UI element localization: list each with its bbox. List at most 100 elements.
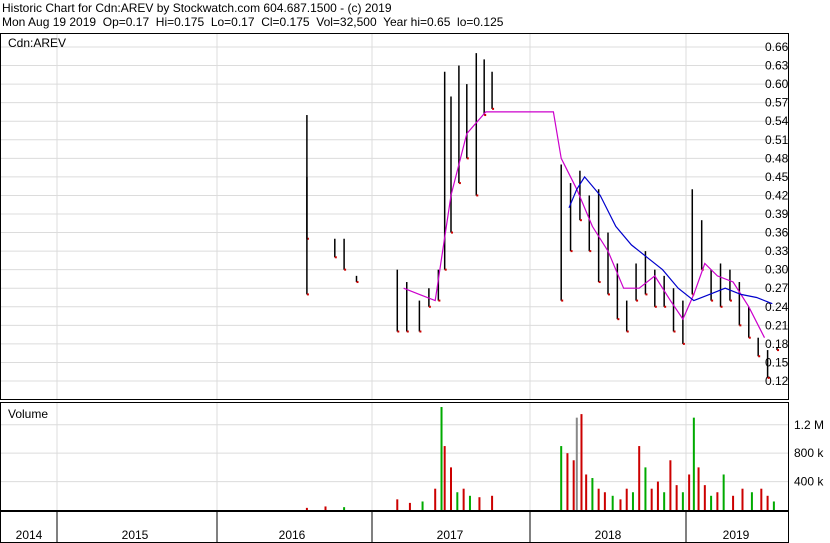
volume-bar <box>750 492 753 510</box>
price-close-dot <box>729 299 732 302</box>
volume-bar <box>305 507 308 510</box>
price-close-dot <box>579 219 582 222</box>
volume-bar <box>566 453 569 510</box>
price-close-dot <box>664 305 667 308</box>
price-close-dot <box>458 182 461 185</box>
price-close-dot <box>645 293 648 296</box>
volume-bar <box>611 495 614 510</box>
price-close-dot <box>419 330 422 333</box>
price-panel-frame <box>0 33 789 400</box>
volume-bar <box>710 495 713 510</box>
price-close-dot <box>589 250 592 253</box>
volume-y-tick-label: 800 k <box>794 446 824 460</box>
price-panel-title: Cdn:AREV <box>8 36 66 50</box>
price-y-tick-label: 0.15 <box>765 355 789 369</box>
volume-bar <box>766 495 769 510</box>
volume-bar <box>656 481 659 510</box>
price-close-dot <box>682 342 685 345</box>
price-close-dot <box>711 299 714 302</box>
volume-bar <box>703 485 706 510</box>
price-close-dot <box>748 336 751 339</box>
volume-bar <box>456 492 459 510</box>
price-y-tick-label: 0.51 <box>765 133 789 147</box>
volume-bar <box>597 488 600 510</box>
year-label: 2015 <box>122 528 149 542</box>
volume-bar <box>443 446 446 510</box>
price-close-dot <box>739 324 742 327</box>
price-close-dot <box>406 330 409 333</box>
price-y-tick-label: 0.30 <box>765 263 789 277</box>
volume-bar <box>692 417 695 510</box>
price-y-tick-label: 0.60 <box>765 77 789 91</box>
year-label: 2018 <box>595 528 622 542</box>
volume-bar <box>644 467 647 510</box>
price-close-dot <box>608 293 610 296</box>
price-close-dot <box>598 281 601 284</box>
volume-bar <box>585 474 588 510</box>
price-close-dot <box>561 299 564 302</box>
price-y-tick-label: 0.27 <box>765 281 789 295</box>
volume-bar <box>468 495 471 510</box>
volume-bar <box>663 492 666 510</box>
price-y-tick-label: 0.36 <box>765 226 789 240</box>
volume-bar <box>603 492 606 510</box>
volume-bar <box>440 407 443 510</box>
volume-y-tick-label: 400 k <box>794 475 824 489</box>
price-close-dot <box>767 376 770 379</box>
volume-panel-title: Volume <box>8 407 48 421</box>
price-close-dot <box>476 194 479 197</box>
price-close-dot <box>758 355 761 358</box>
volume-bar <box>396 499 399 510</box>
volume-bar <box>343 507 346 510</box>
year-label: 2016 <box>279 528 306 542</box>
price-close-dot <box>492 107 495 110</box>
volume-bar <box>681 492 684 510</box>
volume-bar <box>741 488 744 510</box>
volume-bar <box>772 501 775 510</box>
volume-bar <box>669 460 672 510</box>
price-close-dot <box>466 157 469 160</box>
price-y-tick-label: 0.63 <box>765 59 789 73</box>
price-close-dot <box>617 318 620 321</box>
price-close-dot <box>438 299 441 302</box>
price-close-dot <box>777 349 780 352</box>
volume-bar <box>732 495 735 510</box>
price-close-dot <box>654 305 657 308</box>
volume-bar <box>650 488 653 510</box>
volume-bar <box>572 460 575 510</box>
price-y-tick-label: 0.33 <box>765 244 789 258</box>
volume-bar <box>462 488 465 510</box>
volume-bar <box>575 417 578 510</box>
volume-bar <box>324 506 327 510</box>
price-close-dot <box>397 330 400 333</box>
price-y-tick-label: 0.42 <box>765 188 789 202</box>
price-y-tick-label: 0.21 <box>765 318 789 332</box>
volume-y-tick-label: 1.2 M <box>794 418 824 432</box>
price-close-dot <box>334 256 337 259</box>
year-label: 2017 <box>437 528 464 542</box>
price-close-dot <box>720 305 723 308</box>
price-y-tick-label: 0.39 <box>765 207 789 221</box>
volume-bar <box>625 488 628 510</box>
price-close-dot <box>444 268 447 271</box>
price-y-tick-label: 0.66 <box>765 40 789 54</box>
volume-bar <box>434 488 437 510</box>
year-label: 2014 <box>16 528 43 542</box>
price-close-dot <box>673 330 676 333</box>
price-y-tick-label: 0.45 <box>765 170 789 184</box>
volume-bar <box>408 502 411 510</box>
volume-bar <box>631 492 634 510</box>
stock-chart: Cdn:AREV 0.66 0.63 0.60 0.57 0.54 0.51 0.48 0.4… <box>0 33 824 543</box>
price-close-dot <box>428 305 431 308</box>
volume-bar <box>760 488 763 510</box>
price-close-dot <box>636 299 639 302</box>
price-close-dot <box>451 231 453 234</box>
price-y-tick-label: 0.12 <box>765 374 789 388</box>
price-close-dot <box>306 293 309 296</box>
volume-bar <box>421 501 424 510</box>
volume-bar <box>697 467 700 510</box>
volume-bar <box>491 495 494 510</box>
price-close-dot <box>356 281 359 284</box>
volume-bar <box>450 467 452 510</box>
price-y-tick-label: 0.48 <box>765 151 789 165</box>
